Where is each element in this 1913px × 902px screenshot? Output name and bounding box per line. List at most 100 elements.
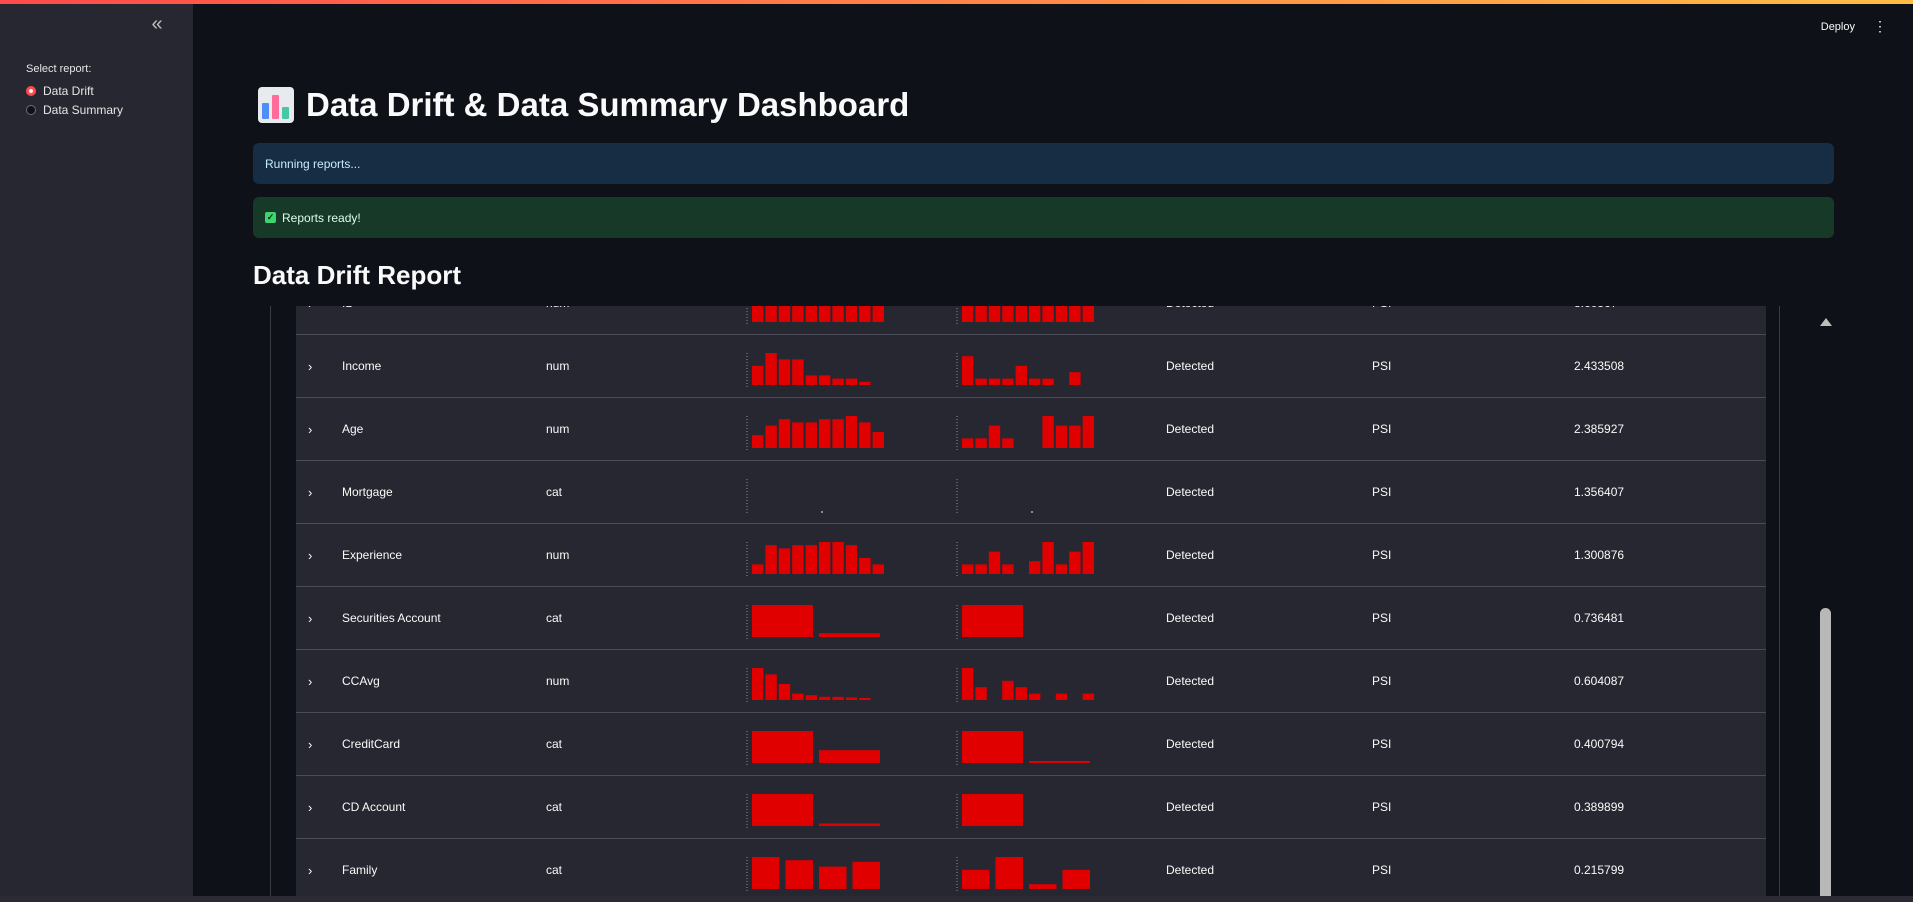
distribution-bar [765, 545, 777, 574]
table-row[interactable]: › Income num Detected PSI 2.433508 [296, 335, 1766, 398]
chevron-right-icon[interactable]: › [308, 398, 312, 460]
stat-test: PSI [1372, 737, 1392, 751]
drift-table: › ID num Detected PSI 8.60567 › Income num Detect… [296, 306, 1766, 902]
column-name: ID [342, 306, 354, 334]
chevron-right-icon[interactable]: › [308, 461, 312, 523]
sparkline-tick [821, 511, 823, 513]
table-row[interactable]: › ID num Detected PSI 8.60567 [296, 306, 1766, 335]
table-row[interactable]: › Experience num Detected PSI 1.300876 [296, 524, 1766, 587]
table-row[interactable]: › CD Account cat Detected PSI 0.389899 [296, 776, 1766, 839]
distribution-bar [752, 668, 764, 700]
distribution-bar [988, 551, 1001, 574]
distribution-bar [819, 419, 831, 448]
column-name: Securities Account [342, 611, 441, 625]
reference-distribution-chart [746, 542, 884, 576]
distribution-bar [845, 306, 858, 322]
drift-report-frame[interactable]: › ID num Detected PSI 8.60567 › Income num Detect… [270, 306, 1834, 902]
table-row[interactable]: › CreditCard cat Detected PSI 0.400794 [296, 713, 1766, 776]
distribution-bar [778, 548, 791, 574]
table-row[interactable]: › Family cat Detected PSI 0.215799 [296, 839, 1766, 902]
info-alert: Running reports... [253, 143, 1834, 184]
distribution-bar [792, 693, 804, 700]
distribution-bar [845, 378, 858, 385]
distribution-bar [778, 306, 791, 322]
column-name: Age [342, 422, 364, 436]
distribution-bar [805, 375, 817, 385]
reference-distribution-chart [746, 668, 871, 702]
distribution-bar [752, 365, 764, 385]
distribution-bar [765, 674, 777, 700]
reference-distribution-chart [746, 306, 884, 324]
double-chevron-left-icon[interactable]: « [146, 14, 168, 36]
distribution-bar [1082, 306, 1094, 322]
chevron-right-icon[interactable]: › [308, 335, 312, 397]
distribution-bar [859, 698, 871, 700]
table-row[interactable]: › CCAvg num Detected PSI 0.604087 [296, 650, 1766, 713]
distribution-bar [765, 353, 777, 385]
radio-data-drift[interactable]: Data Drift [26, 84, 94, 98]
table-row[interactable]: › Age num Detected PSI 2.385927 [296, 398, 1766, 461]
distribution-bar [1062, 869, 1090, 889]
stat-test: PSI [1372, 548, 1392, 562]
distribution-bar [819, 823, 880, 826]
distribution-bar [752, 794, 813, 826]
chevron-right-icon[interactable]: › [308, 587, 312, 649]
chevron-right-icon[interactable]: › [308, 524, 312, 586]
distribution-bar [975, 306, 987, 322]
distribution-bar [778, 359, 791, 385]
drift-status: Detected [1166, 485, 1215, 499]
distribution-bar [975, 687, 987, 700]
reference-distribution-chart [746, 857, 880, 891]
radio-label-data-drift: Data Drift [43, 84, 94, 98]
page-title-text: Data Drift & Data Summary Dashboard [306, 86, 910, 123]
report-radio-label: Select report: [26, 63, 92, 75]
chevron-right-icon[interactable]: › [308, 306, 312, 334]
table-row[interactable]: › Securities Account cat Detected PSI 0.73648… [296, 587, 1766, 650]
drift-score: 1.356407 [1574, 485, 1625, 499]
deploy-button[interactable]: Deploy [1821, 21, 1855, 33]
window-bottom-edge [0, 896, 1913, 902]
distribution-bar [859, 381, 871, 385]
scroll-thumb[interactable] [1820, 608, 1831, 902]
distribution-bar [832, 542, 844, 574]
chevron-right-icon[interactable]: › [308, 839, 312, 901]
distribution-bar [832, 378, 844, 385]
header-actions: Deploy ⋮ [1821, 18, 1887, 35]
distribution-bar [1029, 761, 1090, 763]
table-row[interactable]: › Mortgage cat Detected PSI 1.356407 [296, 461, 1766, 524]
success-alert: ✓ Reports ready! [253, 197, 1834, 238]
distribution-bar [1042, 378, 1054, 385]
scroll-up-arrow-icon[interactable] [1820, 318, 1832, 326]
column-name: Family [342, 863, 378, 877]
chevron-right-icon[interactable]: › [308, 776, 312, 838]
chevron-right-icon[interactable]: › [308, 650, 312, 712]
current-distribution-chart [956, 668, 1094, 702]
distribution-bar [1002, 378, 1014, 385]
drift-status: Detected [1166, 737, 1215, 751]
drift-score: 0.389899 [1574, 800, 1625, 814]
distribution-bar [819, 375, 831, 385]
distribution-bar [859, 422, 871, 448]
stat-test: PSI [1372, 306, 1391, 334]
stat-test: PSI [1372, 422, 1392, 436]
distribution-bar [752, 435, 764, 448]
distribution-bar [765, 306, 777, 322]
column-name: CreditCard [342, 737, 401, 751]
distribution-bar [792, 422, 804, 448]
drift-score: 2.433508 [1574, 359, 1625, 373]
column-type: num [546, 548, 570, 562]
column-type: cat [546, 611, 563, 625]
distribution-bar [1082, 542, 1094, 574]
kebab-menu-icon[interactable]: ⋮ [1873, 18, 1887, 35]
column-name: Income [342, 359, 382, 373]
distribution-bar [1055, 425, 1068, 448]
distribution-bar [988, 378, 1001, 385]
scrollbar[interactable] [1818, 306, 1832, 902]
radio-data-summary[interactable]: Data Summary [26, 103, 123, 117]
drift-status: Detected [1166, 359, 1215, 373]
distribution-bar [988, 425, 1001, 448]
chevron-right-icon[interactable]: › [308, 713, 312, 775]
distribution-bar [819, 866, 847, 889]
distribution-bar [1042, 306, 1054, 322]
stat-test: PSI [1372, 863, 1392, 877]
